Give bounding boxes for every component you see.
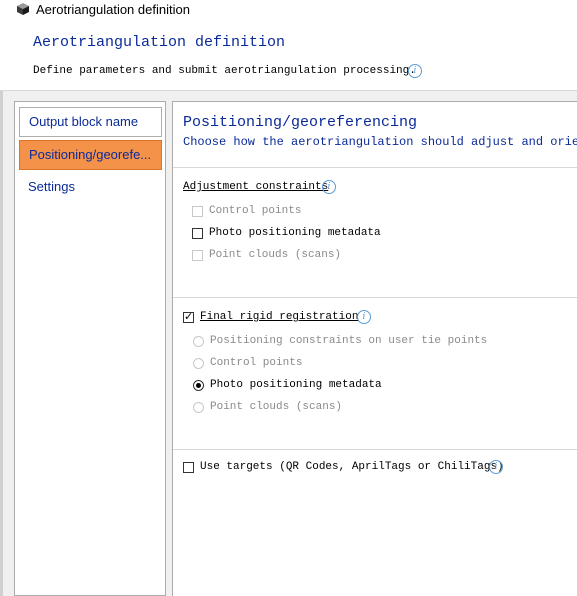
checkbox[interactable] <box>183 462 194 473</box>
radio-label: Control points <box>210 357 303 369</box>
info-icon[interactable]: i <box>357 310 371 324</box>
radio-button[interactable] <box>193 336 204 347</box>
sidebar-item-label: Output block name <box>29 114 139 129</box>
checkbox-label: Final rigid registration <box>200 311 359 323</box>
sidebar-item-positioning[interactable]: Positioning/georefe... <box>19 140 162 170</box>
page-subtitle: Choose how the aerotriangulation should … <box>183 135 577 149</box>
page-title: Positioning/georeferencing <box>183 114 418 131</box>
section-divider <box>173 297 577 298</box>
wizard-header: Aerotriangulation definition Define para… <box>0 22 577 91</box>
sidebar-item-output-block-name[interactable]: Output block name <box>19 107 162 137</box>
cube-app-icon <box>17 3 29 15</box>
checkbox-label: Use targets (QR Codes, AprilTags or Chil… <box>200 461 504 473</box>
checkbox-label: Photo positioning metadata <box>209 227 381 239</box>
sidebar-item-label: Positioning/georefe... <box>29 147 152 162</box>
info-icon[interactable]: i <box>322 180 336 194</box>
radio-label: Positioning constraints on user tie poin… <box>210 335 488 347</box>
checkbox[interactable] <box>183 310 194 323</box>
sidebar-item-settings[interactable]: Settings <box>19 173 162 203</box>
info-icon[interactable]: i <box>408 64 422 78</box>
wizard-subtitle: Define parameters and submit aerotriangu… <box>33 65 416 77</box>
checkbox-label: Point clouds (scans) <box>209 249 342 261</box>
section-divider <box>173 449 577 450</box>
window-titlebar[interactable]: Aerotriangulation definition <box>0 0 577 22</box>
radio-button[interactable] <box>193 358 204 369</box>
radio-label: Point clouds (scans) <box>210 401 343 413</box>
content-panel <box>172 101 577 596</box>
radio-button[interactable] <box>193 380 204 391</box>
sidebar-item-label: Settings <box>28 179 75 194</box>
info-icon[interactable]: i <box>489 460 503 474</box>
section-divider <box>173 167 577 168</box>
wizard-title: Aerotriangulation definition <box>33 34 286 51</box>
checkbox[interactable] <box>192 206 203 217</box>
wizard-steps-sidebar: Output block name Positioning/georefe...… <box>14 101 166 596</box>
checkbox[interactable] <box>192 228 203 239</box>
window-title: Aerotriangulation definition <box>36 2 190 17</box>
checkbox[interactable] <box>192 250 203 261</box>
radio-button[interactable] <box>193 402 204 413</box>
radio-label: Photo positioning metadata <box>210 379 382 391</box>
checkbox-label: Control points <box>209 205 302 217</box>
adjustment-constraints-label: Adjustment constraints <box>183 181 329 193</box>
